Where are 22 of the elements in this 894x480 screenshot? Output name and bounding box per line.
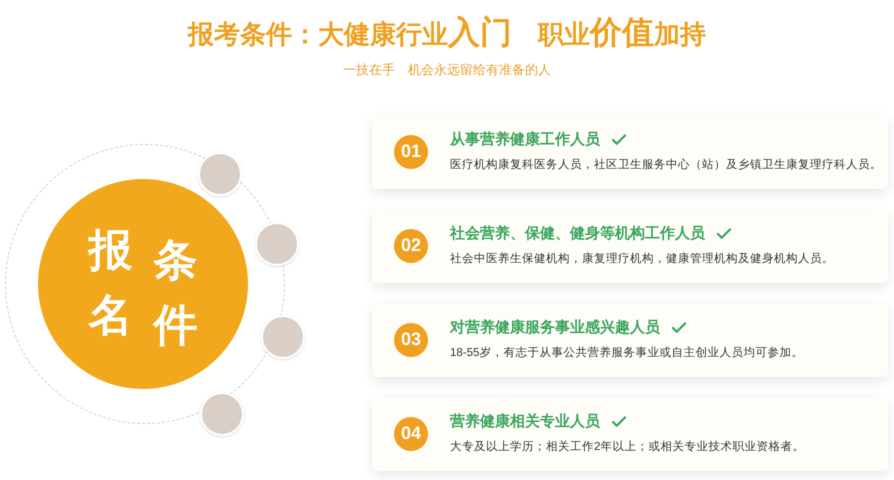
badge-character: 名	[88, 290, 132, 342]
avatar-placeholder	[200, 392, 244, 436]
condition-description: 大专及以上学历；相关工作2年以上；或相关专业技术职业资格者。	[450, 440, 804, 456]
number-badge: 01	[394, 134, 428, 168]
number-badge: 03	[394, 322, 428, 356]
badge-character: 件	[154, 300, 198, 352]
subtitle: 一技在手 机会永远留给有准备的人	[343, 61, 551, 79]
avatar-placeholder	[255, 222, 299, 266]
condition-title: 从事营养健康工作人员	[450, 130, 600, 150]
page-heading: 报考条件：大健康行业入门 职业价值加持	[188, 13, 706, 52]
avatar-placeholder	[261, 314, 305, 358]
number-badge: 02	[394, 228, 428, 262]
avatar-placeholder	[198, 152, 242, 196]
condition-title: 营养健康相关专业人员	[450, 412, 600, 432]
number-badge: 04	[394, 416, 428, 450]
condition-description: 18-55岁，有志于从事公共营养服务事业或自主创业人员均可参加。	[450, 345, 804, 362]
condition-description: 医疗机构康复科医务人员，社区卫生服务中心（站）及乡镇卫生康复理疗科人员。	[450, 157, 882, 174]
condition-title: 对营养健康服务事业感兴趣人员	[450, 318, 660, 338]
condition-description: 社会中医养生保健机构，康复理疗机构，健康管理机构及健身机构人员。	[450, 251, 834, 268]
badge-character: 条	[154, 234, 198, 288]
badge-character: 报	[88, 224, 132, 278]
condition-title: 社会营养、保健、健身等机构工作人员	[450, 224, 705, 244]
